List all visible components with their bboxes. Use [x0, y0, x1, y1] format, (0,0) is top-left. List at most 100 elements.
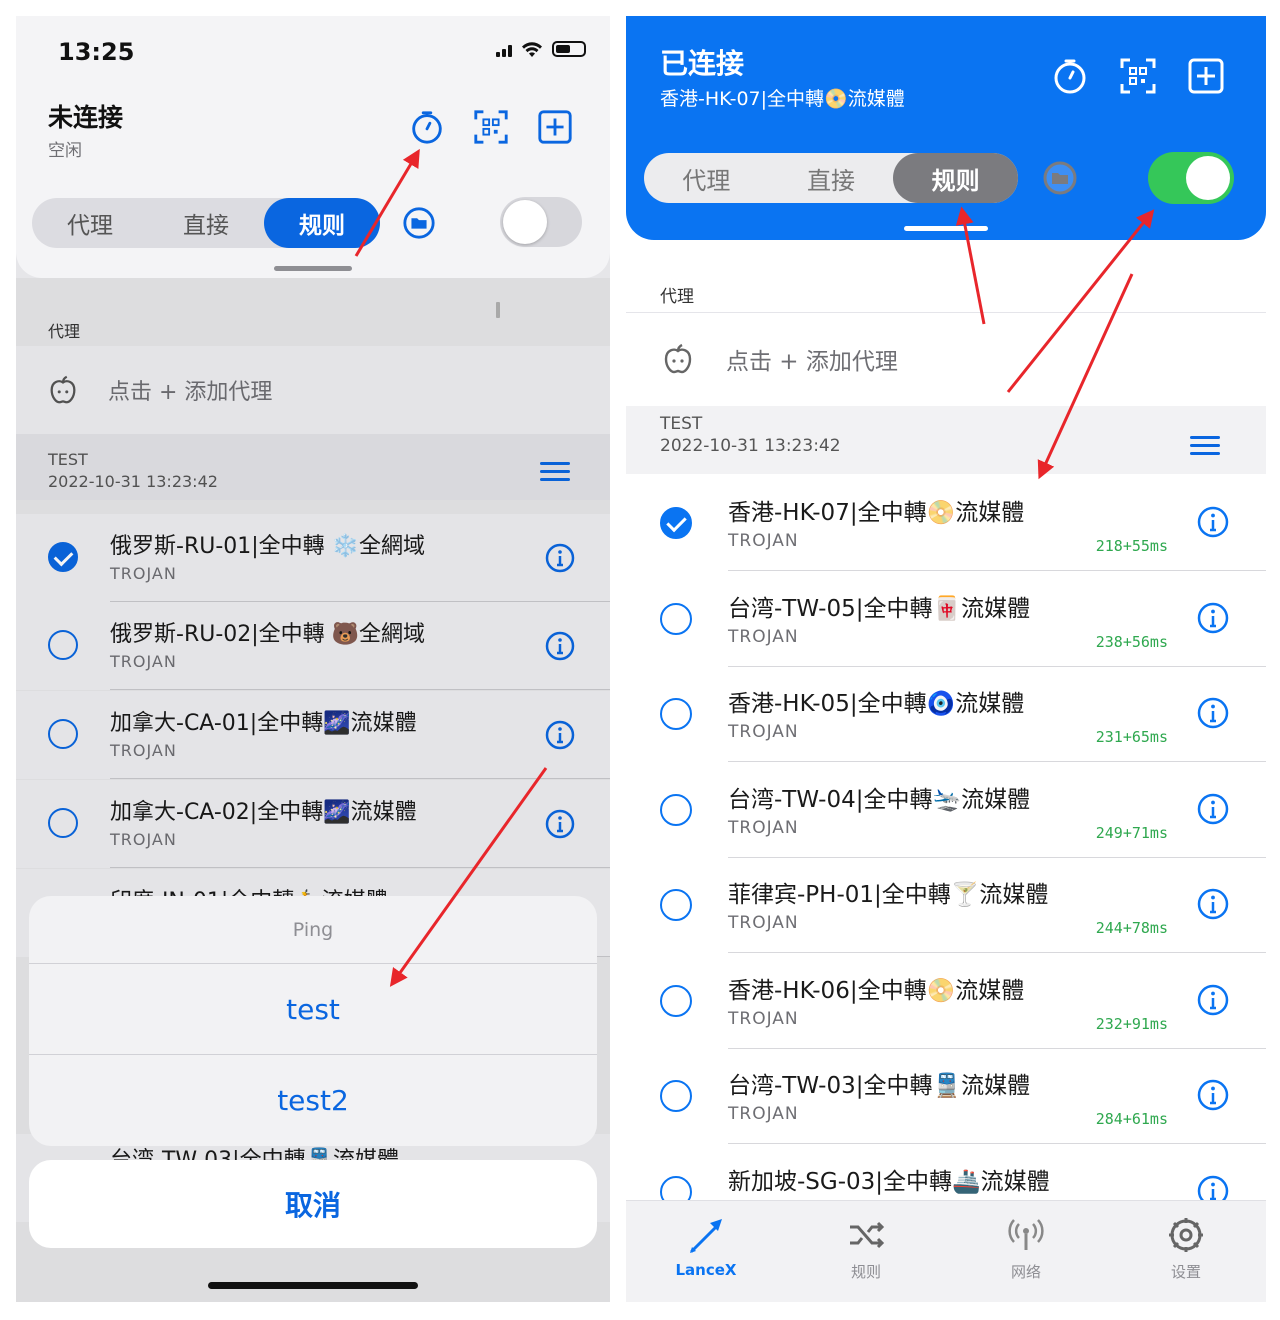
- segment-rule[interactable]: 规则: [264, 198, 380, 248]
- segment-proxy[interactable]: 代理: [32, 198, 148, 248]
- node-protocol: TROJAN: [728, 913, 799, 933]
- segment-direct[interactable]: 直接: [769, 153, 894, 203]
- section-label-proxy: 代理: [660, 287, 694, 307]
- node-row[interactable]: 菲律宾-PH-01|全中轉🍸流媒體 TROJAN 244+78ms: [626, 857, 1266, 953]
- tab-rules[interactable]: 规则: [786, 1201, 946, 1302]
- cellular-signal-icon: [496, 41, 512, 318]
- info-icon[interactable]: [1196, 983, 1230, 1017]
- group-name: TEST: [660, 414, 703, 434]
- action-sheet-title: Ping: [29, 896, 597, 964]
- toggle-knob: [503, 200, 547, 244]
- node-protocol: TROJAN: [728, 817, 799, 838]
- node-latency: 284+61ms: [1095, 1110, 1168, 1128]
- apple-icon: [664, 343, 692, 373]
- connection-status-title: 未连接: [48, 103, 124, 132]
- stopwatch-icon[interactable]: [1050, 56, 1090, 96]
- info-icon[interactable]: [1196, 792, 1230, 826]
- tab-label: 网络: [1010, 1263, 1041, 1281]
- connection-status-subtitle: 空闲: [48, 141, 82, 161]
- qr-scan-icon[interactable]: [1118, 56, 1158, 96]
- node-latency: 232+91ms: [1095, 1014, 1168, 1033]
- tab-lancex[interactable]: LanceX: [626, 1201, 786, 1302]
- group-header: TEST 2022-10-31 13:23:42: [626, 406, 1266, 474]
- right-screenshot: 已连接 香港-HK-07|全中轉📀流媒體 代理 直接 规则 代理 点击 + 添加…: [626, 16, 1266, 1302]
- node-name: 香港-HK-05|全中轉🧿流媒體: [728, 691, 1025, 717]
- tab-settings[interactable]: 设置: [1106, 1201, 1266, 1302]
- vpn-toggle[interactable]: [1148, 152, 1234, 204]
- node-row[interactable]: 台湾-TW-04|全中轉🛬流媒體 TROJAN 249+71ms: [626, 762, 1266, 858]
- node-row[interactable]: 台湾-TW-03|全中轉🚆流媒體 TROJAN 284+61ms: [626, 1048, 1266, 1144]
- antenna-icon: [1008, 1219, 1044, 1250]
- tab-network[interactable]: 网络: [946, 1201, 1106, 1302]
- node-latency: 218+55ms: [1095, 537, 1168, 555]
- folder-icon[interactable]: [402, 206, 436, 240]
- node-name: 菲律宾-PH-01|全中轉🍸流媒體: [728, 882, 1049, 908]
- sheet-grabber[interactable]: [274, 266, 352, 271]
- ping-action-sheet: Ping test test2: [29, 896, 597, 1146]
- gear-icon: [1169, 1218, 1203, 1252]
- add-icon[interactable]: [536, 108, 574, 146]
- tab-label: 规则: [850, 1263, 881, 1281]
- node-name: 新加坡-SG-03|全中轉🚢流媒體: [728, 1168, 1050, 1195]
- mode-segmented-control: 代理 直接 规则: [32, 198, 380, 248]
- node-name: 台湾-TW-04|全中轉🛬流媒體: [728, 786, 1031, 813]
- group-time: 2022-10-31 13:23:42: [660, 436, 841, 456]
- info-icon[interactable]: [1196, 696, 1230, 730]
- node-radio[interactable]: [660, 984, 692, 1017]
- left-screenshot: 13:25 未连接 空闲 代理 直接 规则 代理 点击 + 添加代理 TEST …: [16, 16, 610, 1302]
- node-protocol: TROJAN: [728, 1104, 799, 1124]
- dim-overlay: [16, 278, 610, 1302]
- vpn-toggle[interactable]: [500, 197, 582, 247]
- node-row[interactable]: 台湾-TW-05|全中轉🀄流媒體 TROJAN 238+56ms: [626, 571, 1266, 667]
- segment-direct[interactable]: 直接: [148, 198, 264, 248]
- segment-proxy[interactable]: 代理: [644, 153, 769, 203]
- node-name: 台湾-TW-03|全中轉🚆流媒體: [728, 1073, 1031, 1099]
- node-radio[interactable]: [660, 602, 692, 635]
- sheet-grabber[interactable]: [904, 226, 988, 231]
- node-latency: 238+56ms: [1095, 632, 1168, 651]
- node-name: 台湾-TW-05|全中轉🀄流媒體: [728, 595, 1031, 622]
- info-icon[interactable]: [1196, 1078, 1230, 1112]
- node-latency: 244+78ms: [1095, 919, 1168, 937]
- toggle-knob: [1186, 156, 1230, 200]
- info-icon[interactable]: [1196, 505, 1230, 539]
- action-option-test2[interactable]: test2: [29, 1055, 597, 1146]
- node-radio[interactable]: [660, 1080, 692, 1112]
- add-proxy-label: 点击 + 添加代理: [726, 348, 898, 375]
- tab-label: LanceX: [675, 1261, 737, 1279]
- node-radio[interactable]: [660, 698, 692, 730]
- cancel-button[interactable]: 取消: [29, 1160, 597, 1248]
- node-radio[interactable]: [660, 889, 692, 921]
- add-icon[interactable]: [1186, 56, 1226, 96]
- status-time: 13:25: [58, 38, 135, 66]
- mode-segmented-control: 代理 直接 规则: [644, 153, 1019, 203]
- node-protocol: TROJAN: [728, 1008, 799, 1029]
- connection-status-title: 已连接: [660, 47, 745, 80]
- qr-scan-icon[interactable]: [472, 108, 510, 146]
- node-radio[interactable]: [660, 793, 692, 826]
- status-icons: [496, 40, 586, 318]
- shuffle-icon: [850, 1221, 885, 1249]
- node-row[interactable]: 香港-HK-07|全中轉📀流媒體 TROJAN 218+55ms: [626, 475, 1266, 571]
- action-option-test[interactable]: test: [29, 964, 597, 1055]
- node-latency: 231+65ms: [1095, 728, 1168, 746]
- left-header: 13:25 未连接 空闲 代理 直接 规则: [16, 16, 610, 318]
- right-header: 已连接 香港-HK-07|全中轉📀流媒體 代理 直接 规则: [626, 16, 1266, 240]
- folder-icon[interactable]: [1042, 160, 1078, 196]
- node-row[interactable]: 香港-HK-06|全中轉📀流媒體 TROJAN 232+91ms: [626, 953, 1266, 1049]
- battery-icon: [552, 41, 586, 57]
- stopwatch-icon[interactable]: [408, 108, 446, 146]
- node-radio[interactable]: [660, 507, 692, 539]
- tab-label: 设置: [1170, 1263, 1201, 1281]
- add-proxy-row[interactable]: 点击 + 添加代理: [626, 312, 1266, 404]
- info-icon[interactable]: [1196, 887, 1230, 921]
- home-indicator: [208, 1282, 418, 1289]
- node-protocol: TROJAN: [728, 626, 799, 647]
- menu-icon[interactable]: [1190, 436, 1220, 456]
- segment-rule[interactable]: 规则: [893, 153, 1019, 203]
- node-row[interactable]: 香港-HK-05|全中轉🧿流媒體 TROJAN 231+65ms: [626, 666, 1266, 762]
- info-icon[interactable]: [1196, 601, 1230, 635]
- connected-node-subtitle: 香港-HK-07|全中轉📀流媒體: [660, 88, 905, 110]
- node-name: 香港-HK-07|全中轉📀流媒體: [728, 500, 1025, 526]
- lancex-icon: [690, 1219, 722, 1253]
